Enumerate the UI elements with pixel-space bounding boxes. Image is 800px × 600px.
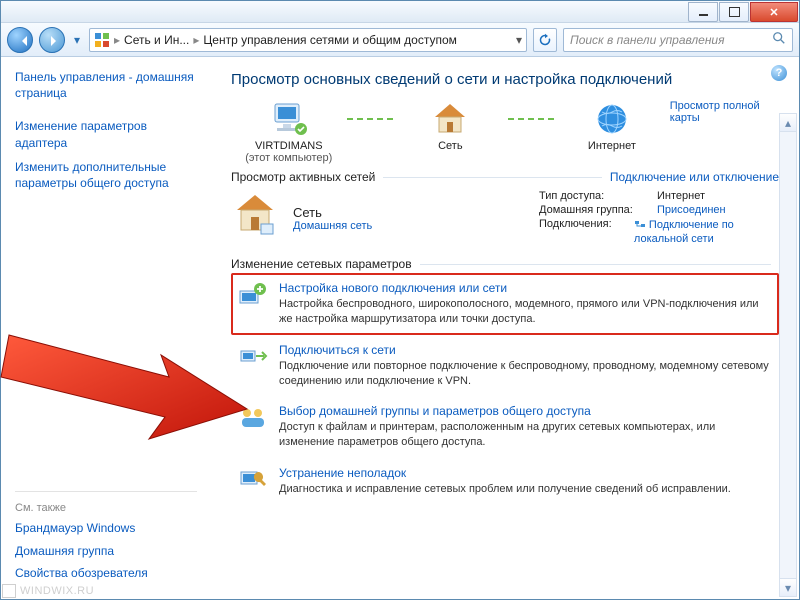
sidebar-home-link[interactable]: Панель управления - домашняя страница bbox=[15, 69, 197, 101]
minimize-button[interactable] bbox=[688, 2, 718, 22]
task-text: Устранение неполадок Диагностика и исправ… bbox=[279, 466, 773, 497]
map-node2-label: Сеть bbox=[393, 140, 509, 152]
network-map: VIRTDIMANS (этот компьютер) Сеть Интерне… bbox=[231, 100, 779, 164]
close-button[interactable] bbox=[750, 2, 798, 22]
task-0[interactable]: Настройка нового подключения или сети Нас… bbox=[231, 273, 779, 335]
task-title-link[interactable]: Настройка нового подключения или сети bbox=[279, 281, 773, 295]
help-icon[interactable]: ? bbox=[771, 65, 787, 81]
map-node3-label: Интернет bbox=[554, 140, 670, 152]
chevron-right-icon: ▸ bbox=[114, 33, 120, 47]
house-network-icon bbox=[393, 100, 509, 138]
prop-connections-label: Подключения: bbox=[539, 218, 628, 245]
see-also-label: См. также bbox=[15, 491, 197, 514]
see-also-firewall[interactable]: Брандмауэр Windows bbox=[15, 520, 197, 536]
search-placeholder: Поиск в панели управления bbox=[570, 33, 725, 47]
chevron-right-icon: ▸ bbox=[193, 33, 199, 47]
titlebar bbox=[1, 1, 799, 23]
back-button[interactable] bbox=[7, 27, 33, 53]
lan-icon bbox=[634, 218, 646, 233]
task-text: Подключиться к сети Подключение или повто… bbox=[279, 343, 773, 389]
map-node-internet[interactable]: Интернет bbox=[554, 100, 670, 152]
tasks-list: Настройка нового подключения или сети Нас… bbox=[231, 273, 779, 505]
prop-homegroup-link[interactable]: Присоединен bbox=[657, 204, 726, 216]
sidebar: Панель управления - домашняя страница Из… bbox=[1, 57, 211, 599]
computer-icon bbox=[231, 100, 347, 138]
task-text: Настройка нового подключения или сети Нас… bbox=[279, 281, 773, 327]
active-network-info: Сеть Домашняя сеть bbox=[293, 190, 372, 247]
task-icon bbox=[237, 281, 269, 309]
change-settings-heading: Изменение сетевых параметров bbox=[231, 257, 779, 271]
chevron-down-icon[interactable]: ▾ bbox=[516, 33, 522, 47]
active-network-name: Сеть bbox=[293, 205, 372, 220]
home-network-icon bbox=[231, 190, 279, 238]
search-icon bbox=[772, 31, 786, 48]
watermark: WINDWIX.RU bbox=[2, 584, 94, 598]
see-also-homegroup[interactable]: Домашняя группа bbox=[15, 543, 197, 559]
scroll-down-icon[interactable]: ▾ bbox=[780, 578, 796, 596]
map-node1-sub: (этот компьютер) bbox=[231, 152, 347, 164]
task-icon bbox=[237, 404, 269, 432]
active-network-item: Сеть Домашняя сеть Тип доступа: Интернет… bbox=[231, 190, 779, 247]
control-panel-icon bbox=[94, 32, 110, 48]
breadcrumb-part-2[interactable]: Центр управления сетями и общим доступом bbox=[203, 33, 457, 47]
view-full-map-link[interactable]: Просмотр полной карты bbox=[670, 100, 779, 124]
search-input[interactable]: Поиск в панели управления bbox=[563, 28, 793, 52]
refresh-button[interactable] bbox=[533, 28, 557, 52]
active-network-category-link[interactable]: Домашняя сеть bbox=[293, 220, 372, 232]
address-bar[interactable]: ▸ Сеть и Ин... ▸ Центр управления сетями… bbox=[89, 28, 527, 52]
main-panel: ? Просмотр основных сведений о сети и на… bbox=[211, 57, 799, 599]
page-title: Просмотр основных сведений о сети и наст… bbox=[231, 71, 779, 88]
task-1[interactable]: Подключиться к сети Подключение или повто… bbox=[231, 335, 779, 397]
active-network-props: Тип доступа: Интернет Домашняя группа: П… bbox=[539, 190, 779, 247]
prop-connections-link[interactable]: Подключение по локальной сети bbox=[634, 218, 779, 245]
watermark-icon bbox=[2, 584, 16, 598]
breadcrumb-part-1[interactable]: Сеть и Ин... bbox=[124, 33, 189, 47]
task-desc: Настройка беспроводного, широкополосного… bbox=[279, 297, 773, 327]
map-node-network[interactable]: Сеть bbox=[393, 100, 509, 152]
sidebar-adapter-link[interactable]: Изменение параметров адаптера bbox=[15, 118, 197, 150]
window-control-buttons bbox=[688, 1, 799, 22]
scroll-up-icon[interactable]: ▴ bbox=[780, 114, 796, 132]
change-settings-label: Изменение сетевых параметров bbox=[231, 257, 412, 271]
prop-access-value: Интернет bbox=[657, 190, 705, 202]
watermark-text: WINDWIX.RU bbox=[20, 585, 94, 597]
task-text: Выбор домашней группы и параметров общег… bbox=[279, 404, 773, 450]
toolbar: ▾ ▸ Сеть и Ин... ▸ Центр управления сетя… bbox=[1, 23, 799, 57]
map-connector-1 bbox=[347, 100, 393, 138]
task-icon bbox=[237, 466, 269, 494]
see-also-internet-options[interactable]: Свойства обозревателя bbox=[15, 565, 197, 581]
task-title-link[interactable]: Устранение неполадок bbox=[279, 466, 773, 480]
history-dropdown-icon[interactable]: ▾ bbox=[71, 27, 83, 53]
map-connector-2 bbox=[508, 100, 554, 138]
task-desc: Подключение или повторное подключение к … bbox=[279, 359, 773, 389]
sidebar-sharing-link[interactable]: Изменить дополнительные параметры общего… bbox=[15, 159, 197, 191]
globe-icon bbox=[554, 100, 670, 138]
active-networks-heading: Просмотр активных сетей Подключение или … bbox=[231, 170, 779, 184]
window-frame: ▾ ▸ Сеть и Ин... ▸ Центр управления сетя… bbox=[0, 0, 800, 600]
active-networks-label: Просмотр активных сетей bbox=[231, 170, 375, 184]
map-node-computer[interactable]: VIRTDIMANS (этот компьютер) bbox=[231, 100, 347, 164]
task-2[interactable]: Выбор домашней группы и параметров общег… bbox=[231, 396, 779, 458]
forward-button[interactable] bbox=[39, 27, 65, 53]
map-node1-label: VIRTDIMANS bbox=[231, 140, 347, 152]
content-body: Панель управления - домашняя страница Из… bbox=[1, 57, 799, 599]
vertical-scrollbar[interactable]: ▴ ▾ bbox=[779, 113, 797, 597]
task-icon bbox=[237, 343, 269, 371]
task-3[interactable]: Устранение неполадок Диагностика и исправ… bbox=[231, 458, 779, 505]
task-desc: Доступ к файлам и принтерам, расположенн… bbox=[279, 420, 773, 450]
task-title-link[interactable]: Выбор домашней группы и параметров общег… bbox=[279, 404, 773, 418]
task-title-link[interactable]: Подключиться к сети bbox=[279, 343, 773, 357]
see-also-section: См. также Брандмауэр Windows Домашняя гр… bbox=[15, 483, 197, 587]
connect-disconnect-link[interactable]: Подключение или отключение bbox=[610, 170, 779, 184]
maximize-button[interactable] bbox=[719, 2, 749, 22]
prop-access-label: Тип доступа: bbox=[539, 190, 651, 202]
prop-homegroup-label: Домашняя группа: bbox=[539, 204, 651, 216]
task-desc: Диагностика и исправление сетевых пробле… bbox=[279, 482, 773, 497]
